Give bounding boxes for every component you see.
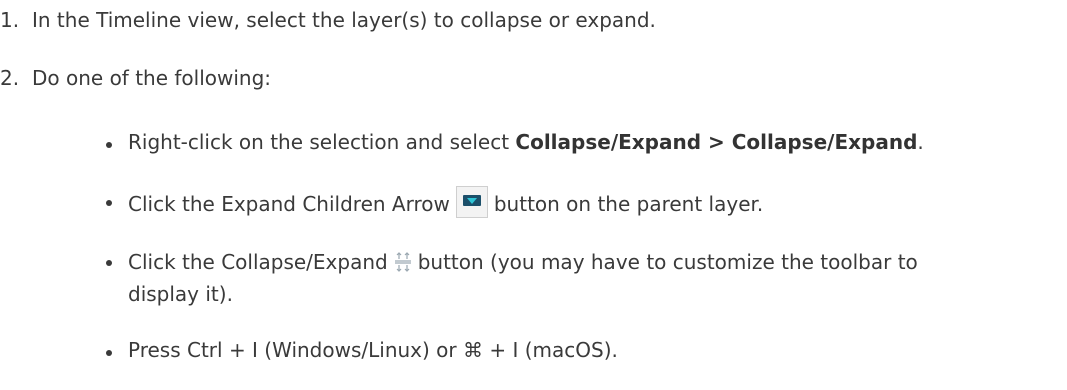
- collapse-expand-icon: [394, 252, 411, 272]
- bullet-dot: [106, 142, 112, 148]
- bullet-text: Right-click on the selection and select: [128, 130, 516, 154]
- bullet-text: Press Ctrl + I (Windows/Linux) or: [128, 338, 463, 362]
- command-key-icon: ⌘: [463, 338, 483, 362]
- bullet-text: Click the Expand Children Arrow: [128, 192, 450, 216]
- bullet-item: Click the Collapse/Expand button (you ma…: [128, 246, 1048, 310]
- menu-path: Collapse/Expand > Collapse/Expand: [515, 130, 918, 154]
- step-text: Do one of the following:: [32, 66, 272, 90]
- step-text: In the Timeline view, select the layer(s…: [32, 8, 656, 32]
- bullet-text-end: .: [917, 130, 924, 154]
- bullet-text-end: + I (macOS).: [483, 338, 618, 362]
- bullet-item: Right-click on the selection and select …: [128, 128, 1048, 156]
- bullet-dot: [106, 200, 112, 206]
- bullet-item: Press Ctrl + I (Windows/Linux) or ⌘ + I …: [128, 336, 1048, 364]
- bullet-dot: [106, 350, 112, 356]
- bullet-text-cont: display it).: [128, 282, 233, 306]
- expand-children-arrow-icon: [455, 186, 488, 218]
- bullet-item: Click the Expand Children Arrow button on…: [128, 186, 1048, 218]
- bullet-text-end: button on the parent layer.: [493, 192, 764, 216]
- bullet-text: Click the Collapse/Expand: [128, 250, 388, 274]
- bullet-dot: [106, 260, 112, 266]
- bullet-text-end: button (you may have to customize the to…: [417, 250, 918, 274]
